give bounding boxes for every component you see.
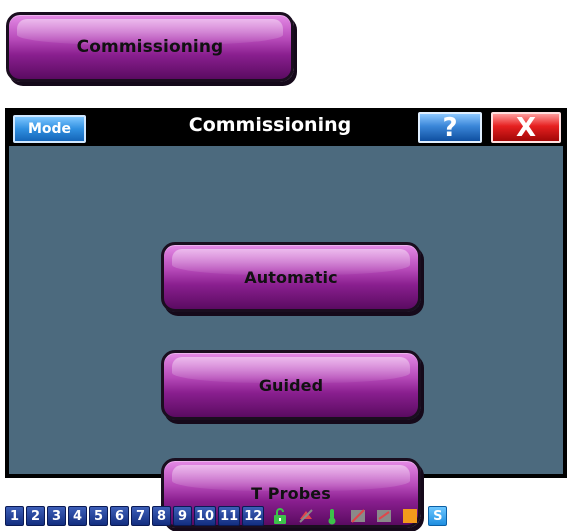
channel-11[interactable]: 11 — [218, 506, 241, 526]
guided-button-label: Guided — [258, 375, 324, 395]
channel-3[interactable]: 3 — [47, 506, 66, 526]
channel-7[interactable]: 7 — [131, 506, 150, 526]
channel-10[interactable]: 10 — [194, 506, 217, 526]
channel-5[interactable]: 5 — [89, 506, 108, 526]
mode-button[interactable]: Mode — [13, 115, 86, 143]
thermometer-icon[interactable] — [322, 506, 342, 526]
warning-square-icon[interactable] — [400, 506, 420, 526]
channel-12[interactable]: 12 — [242, 506, 265, 526]
help-button[interactable]: ? — [418, 112, 482, 143]
title-bar: Mode Commissioning ? X — [5, 108, 567, 146]
commissioning-button[interactable]: Commissioning — [6, 12, 294, 82]
s-status-button[interactable]: S — [428, 506, 448, 526]
channel-8[interactable]: 8 — [152, 506, 171, 526]
channel-4[interactable]: 4 — [68, 506, 87, 526]
guided-button[interactable]: Guided — [161, 350, 421, 420]
close-button[interactable]: X — [491, 112, 561, 143]
commissioning-window: Mode Commissioning ? X Automatic Guided … — [5, 108, 567, 528]
window-title: Commissioning — [188, 114, 352, 136]
automatic-button-label: Automatic — [244, 267, 338, 287]
automatic-button[interactable]: Automatic — [161, 242, 421, 312]
unlock-icon[interactable] — [270, 506, 290, 526]
commissioning-button-label: Commissioning — [76, 37, 224, 57]
content-panel: Automatic Guided T Probes — [9, 146, 563, 528]
fan-off-icon[interactable] — [348, 506, 368, 526]
channel-9[interactable]: 9 — [173, 506, 192, 526]
alarm-off-icon[interactable] — [296, 506, 316, 526]
channel-1[interactable]: 1 — [5, 506, 24, 526]
channel-6[interactable]: 6 — [110, 506, 129, 526]
channel-2[interactable]: 2 — [26, 506, 45, 526]
t-probes-button-label: T Probes — [251, 483, 331, 503]
valve-off-icon[interactable] — [374, 506, 394, 526]
status-bar: 1 2 3 4 5 6 7 8 9 10 11 12 S — [5, 506, 567, 526]
